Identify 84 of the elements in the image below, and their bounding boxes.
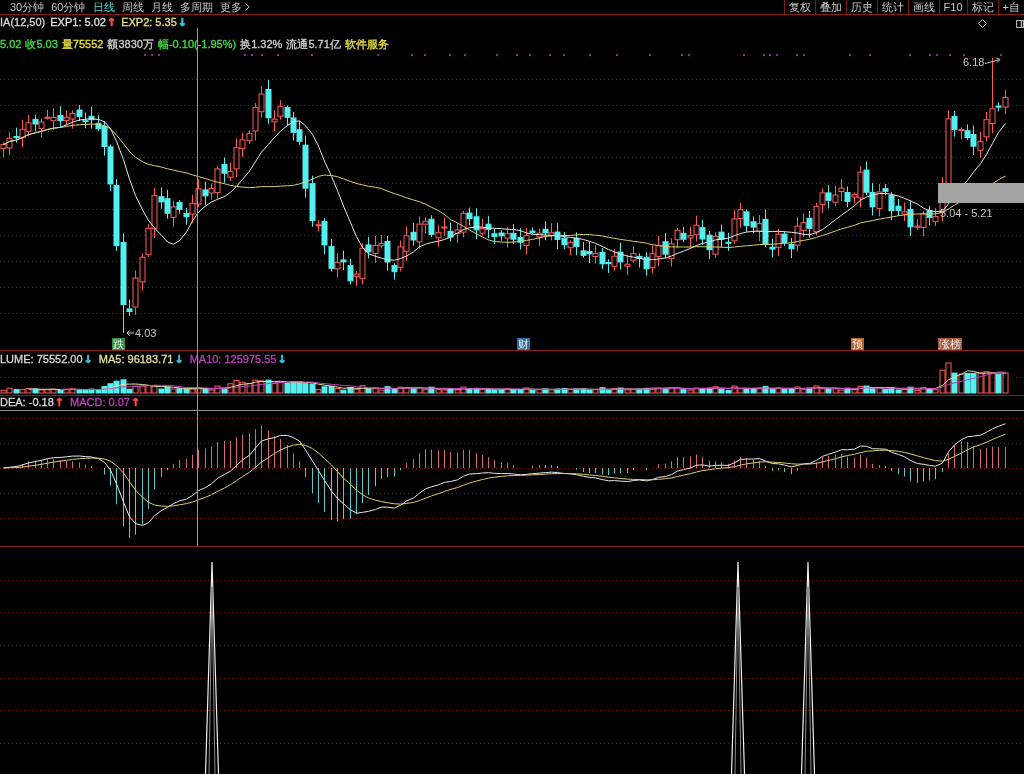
marker-dot-icon [424,54,426,56]
trend-arrow: ↓ [277,353,287,366]
event-tag[interactable]: 财 [517,338,530,350]
marker-dot-icon [796,54,798,56]
marker-dot-icon [516,54,518,56]
low-price-label: 4.03 [135,327,157,339]
period-tab[interactable]: 30分钟 [10,0,45,14]
quote-field: 流通5.71亿 [286,38,341,51]
period-tab[interactable]: 日线 [92,0,115,14]
period-tab[interactable]: 多周期 [179,0,213,14]
marker-dot-icon [377,54,379,56]
event-tag[interactable]: 跌 [112,338,125,350]
tool-button[interactable]: F10 [938,0,967,14]
marker-dot-icon [311,54,313,56]
marker-dot-icon [616,54,618,56]
marker-dot-icon [144,54,146,56]
marker-dot-icon [464,54,466,56]
tool-button[interactable]: +自 [997,0,1024,14]
trend-arrow: ↓ [177,16,187,29]
trend-arrow: ↓ [174,353,184,366]
marker-dot-icon [1000,54,1002,56]
period-tab[interactable]: 60分钟 [51,0,86,14]
quote-field: 额3830万 [107,38,154,51]
marker-dot-icon [849,54,851,56]
marker-dot-icon [529,54,531,56]
marker-dot-icon [151,54,153,56]
tool-button[interactable]: 复权 [783,0,815,14]
legend-value: EXP2: 5.35 [121,16,177,29]
legend-value: EXP1: 5.02 [50,16,106,29]
high-price-label: 6.18 [963,56,985,68]
marker-dot-icon [158,54,160,56]
marker-dot-icon [803,54,805,56]
marker-dot-icon [936,54,938,56]
quote-field: 软件服务 [344,38,389,51]
marker-dot-icon [549,54,551,56]
marker-dot-icon [909,54,911,56]
trend-arrow: ↑ [130,396,141,409]
marker-dot-icon [563,54,565,56]
event-tag[interactable]: 涨榜 [938,338,962,350]
more-menu[interactable]: 更多 [219,0,250,14]
marker-dot-icon [688,54,690,56]
marker-dot-icon [244,54,246,56]
marker-dot-icon [681,54,683,56]
tool-button[interactable]: 标记 [966,0,998,14]
panel-icon[interactable] [1016,19,1024,28]
tool-button[interactable]: 叠加 [814,0,846,14]
marker-dot-icon [496,54,498,56]
marker-dot-icon [963,54,965,56]
legend-value: MA5: 96183.71 [98,353,174,366]
tool-button[interactable]: 历史 [845,0,877,14]
marker-dot-icon [769,54,771,56]
marker-dot-icon [929,54,931,56]
marker-dot-icon [251,54,253,56]
quote-field: 5.02 [0,38,22,51]
marker-dot-icon [277,54,279,56]
marker-dot-icon [649,54,651,56]
diamond-icon[interactable] [978,19,987,28]
marker-dot-icon [743,54,745,56]
marker-dot-icon [869,54,871,56]
legend-value: DEA: -0.18 [0,396,54,409]
marker-dot-icon [411,54,413,56]
chevron-right-icon [244,3,250,11]
tool-button[interactable]: 画线 [907,0,939,14]
period-tab[interactable]: 周线 [121,0,144,14]
marker-dot-icon [763,54,765,56]
tool-button[interactable]: 统计 [876,0,908,14]
leader-arrow [985,57,1001,65]
period-tab[interactable]: 月线 [150,0,173,14]
quote-field: 换1.32% [240,38,283,51]
marker-dot-icon [261,54,263,56]
legend-value: LUME: 75552.00 [0,353,83,366]
leader-arrow [126,330,134,336]
trend-arrow: ↑ [106,16,117,29]
event-tag[interactable]: 预 [851,338,864,350]
legend-value: MACD: 0.07 [70,396,130,409]
marker-dot-icon [449,54,451,56]
indicator-name: IA(12,50) [0,16,46,29]
trend-arrow: ↑ [54,396,65,409]
quote-field: 收5.03 [25,38,58,51]
quote-field: 量75552 [61,38,104,51]
trend-arrow: ↓ [83,353,93,366]
marker-dot-icon [776,54,778,56]
marker-dot-icon [589,54,591,56]
marker-dot-icon [949,54,951,56]
